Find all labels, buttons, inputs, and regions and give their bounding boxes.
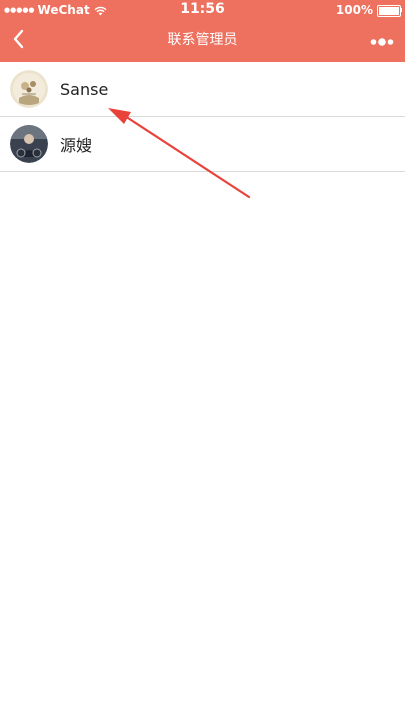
avatar-sanse [10, 70, 48, 108]
avatar-yuansao [10, 125, 48, 163]
header: ●●●●● WeChat 11:56 100% 联系管理员 [0, 0, 405, 62]
contact-name: 源嫂 [60, 136, 93, 155]
more-dots-icon [370, 32, 394, 51]
battery-icon [377, 5, 402, 17]
nav-bar: 联系管理员 [0, 20, 405, 62]
contact-list: Sanse 源嫂 [0, 62, 405, 172]
battery-percent: 100% [335, 3, 373, 17]
contact-item-sanse[interactable]: Sanse [0, 62, 405, 117]
contact-item-yuansao[interactable]: 源嫂 [0, 117, 405, 172]
page-title: 联系管理员 [167, 32, 238, 48]
more-button[interactable] [365, 20, 399, 62]
status-right: 100% [335, 2, 402, 18]
status-bar: ●●●●● WeChat 11:56 100% [0, 0, 405, 20]
contact-name: Sanse [60, 79, 109, 99]
